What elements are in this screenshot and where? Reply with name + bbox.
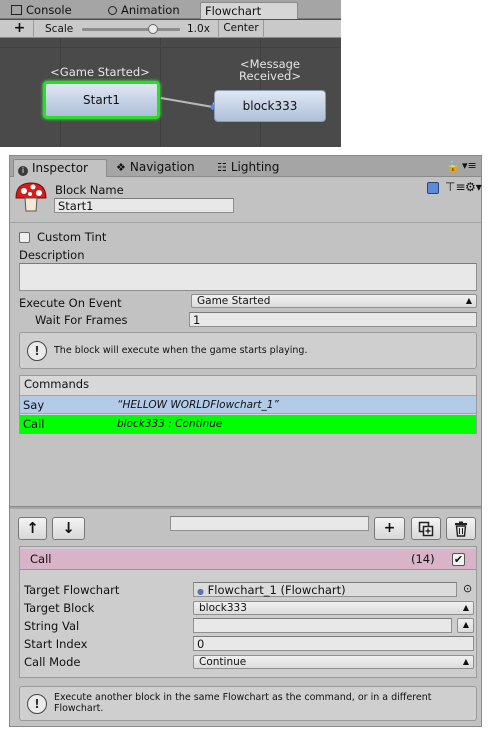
inspector-window: i Inspector ❖ Navigation ☷ Lighting 🔒 ▾≡ Bl…	[9, 155, 482, 727]
tab-inspector[interactable]: i Inspector	[13, 159, 107, 177]
help-book-icon[interactable]	[427, 182, 439, 194]
dropdown-arrow-icon: ▲	[465, 296, 472, 305]
custom-tint-label: Custom Tint	[37, 230, 107, 244]
panel-splitter[interactable]	[10, 506, 481, 509]
node-event-label: <Game Started>	[50, 65, 150, 79]
event-help-text: The block will execute when the game sta…	[54, 345, 308, 356]
string-val-variable-dropdown[interactable]: ▲	[457, 618, 474, 633]
command-enabled-checkbox[interactable]: ✔	[452, 553, 465, 566]
custom-tint-checkbox[interactable]	[19, 232, 30, 243]
event-help-box: ! The block will execute when the game s…	[19, 332, 477, 369]
dropdown-arrow-icon: ▲	[462, 620, 469, 629]
string-val-input[interactable]	[193, 618, 452, 633]
call-help-box: ! Execute another block in the same Flow…	[19, 686, 477, 721]
navigation-icon: ❖	[116, 161, 126, 174]
start-index-input[interactable]: 0	[193, 636, 474, 651]
tab-lighting[interactable]: ☷ Lighting	[217, 159, 295, 177]
node-event-label: <Message Received>	[239, 57, 301, 83]
flowchart-object-icon: ●	[197, 587, 204, 596]
call-mode-label: Call Mode	[24, 655, 81, 669]
block-node-block333[interactable]: block333	[214, 90, 326, 122]
execute-on-event-label: Execute On Event	[19, 296, 122, 310]
console-icon	[11, 5, 22, 15]
call-command-panel: Call (14) ✔ Target Flowchart ● Flowchart…	[19, 546, 477, 678]
tab-navigation[interactable]: ❖ Navigation	[116, 159, 208, 177]
scale-slider[interactable]	[82, 24, 180, 34]
target-flowchart-field[interactable]: ● Flowchart_1 (Flowchart)	[193, 582, 457, 597]
command-row-call[interactable]: Call block333 : Continue	[20, 415, 476, 434]
call-panel-header: Call (14) ✔	[20, 549, 476, 570]
layout-icon[interactable]: ⊤≡	[445, 180, 466, 194]
delete-command-button[interactable]	[446, 517, 476, 540]
flowchart-canvas[interactable]: <Game Started> Start1 <Message Received>…	[0, 38, 341, 147]
block-name-input[interactable]: Start1	[54, 198, 234, 213]
command-index: (14)	[411, 552, 435, 566]
commands-header: Commands	[24, 377, 90, 391]
center-button[interactable]: Center	[218, 20, 264, 38]
divider	[10, 222, 481, 223]
command-search-input[interactable]	[170, 516, 369, 531]
info-icon: i	[18, 166, 28, 176]
move-up-button[interactable]: ↑	[18, 517, 47, 540]
lighting-icon: ☷	[217, 161, 227, 174]
dropdown-arrow-icon: ▲	[462, 657, 469, 666]
block-node-start1[interactable]: Start1	[43, 81, 160, 119]
string-val-label: String Val	[24, 619, 80, 633]
info-circle-icon: !	[27, 694, 47, 714]
call-help-text: Execute another block in the same Flowch…	[54, 692, 432, 714]
duplicate-icon	[418, 521, 434, 537]
scale-label: Scale	[45, 23, 74, 35]
dropdown-arrow-icon: ▲	[462, 603, 469, 612]
block-name-label: Block Name	[55, 183, 124, 197]
target-block-dropdown[interactable]: block333 ▲	[193, 601, 474, 615]
description-label: Description	[19, 248, 85, 262]
object-picker-icon[interactable]: ⊙	[463, 582, 472, 595]
target-block-label: Target Block	[24, 601, 95, 615]
duplicate-command-button[interactable]	[411, 517, 441, 540]
mushroom-icon	[14, 180, 48, 214]
flowchart-tab-bar: Console Animation Flowchart	[0, 0, 341, 19]
target-flowchart-label: Target Flowchart	[24, 583, 120, 597]
start-index-label: Start Index	[24, 637, 88, 651]
add-block-button[interactable]: +	[6, 20, 34, 38]
tab-console[interactable]: Console	[7, 2, 79, 19]
gear-icon[interactable]: ⚙▾	[465, 180, 482, 194]
flowchart-toolbar: + Scale 1.0x Center	[0, 20, 341, 38]
add-command-button[interactable]: +	[374, 517, 405, 540]
call-mode-dropdown[interactable]: Continue ▲	[193, 655, 474, 669]
connection-arrow	[160, 97, 218, 110]
trash-icon	[455, 521, 467, 537]
lock-icon[interactable]: 🔒	[446, 160, 460, 173]
execute-on-event-dropdown[interactable]: Game Started ▲	[191, 294, 477, 308]
description-field[interactable]	[19, 263, 477, 291]
menu-icon[interactable]: ▾≡	[462, 159, 477, 172]
command-row-say[interactable]: Say “HELLOW WORLDFlowchart_1”	[20, 395, 476, 414]
tab-animation[interactable]: Animation	[104, 2, 194, 19]
scale-slider-thumb[interactable]	[147, 24, 158, 34]
wait-for-frames-input[interactable]: 1	[189, 312, 477, 327]
inspector-tab-bar: i Inspector ❖ Navigation ☷ Lighting 🔒 ▾≡	[10, 156, 481, 177]
call-panel-title: Call	[30, 552, 52, 566]
wait-for-frames-label: Wait For Frames	[35, 313, 128, 327]
flowchart-window: Console Animation Flowchart + Scale 1.0x…	[0, 0, 341, 147]
scale-value: 1.0x	[187, 23, 210, 35]
info-circle-icon: !	[27, 341, 47, 361]
move-down-button[interactable]: ↓	[52, 517, 85, 540]
commands-list: Commands Say “HELLOW WORLDFlowchart_1” C…	[19, 375, 477, 434]
clock-icon	[108, 6, 117, 15]
tab-flowchart[interactable]: Flowchart	[200, 2, 298, 19]
